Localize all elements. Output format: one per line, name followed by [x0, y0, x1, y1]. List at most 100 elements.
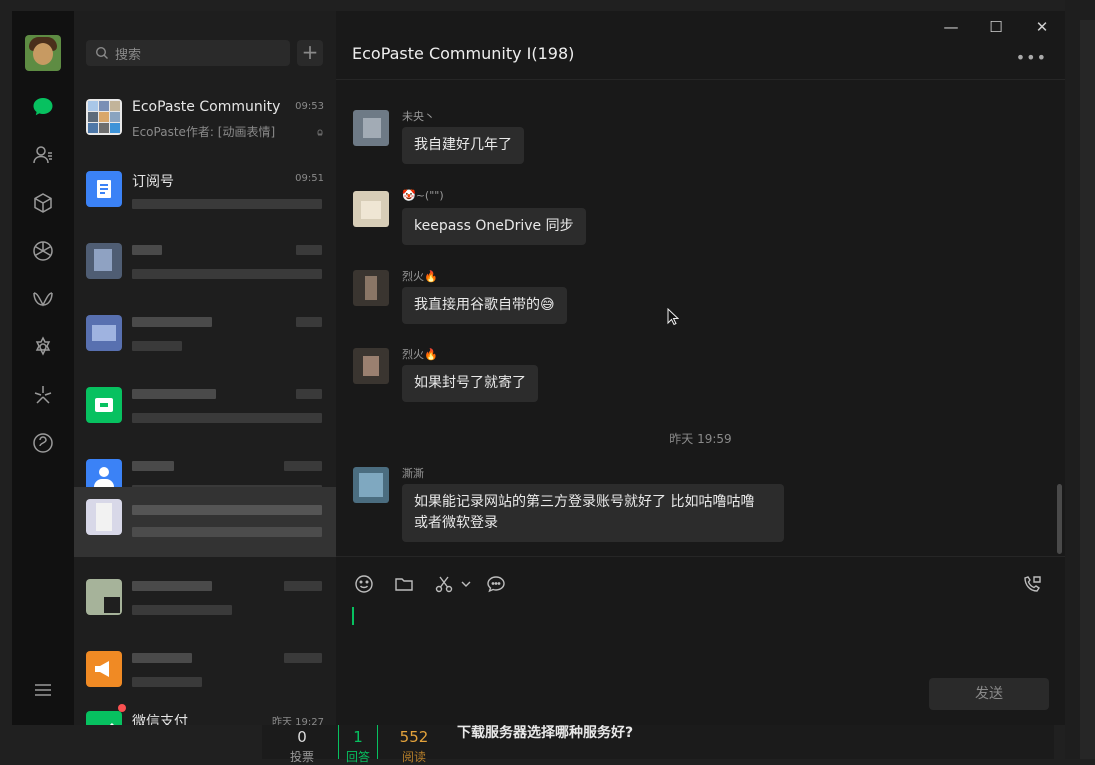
votes-value: 0 [297, 728, 307, 746]
folder-icon[interactable] [394, 574, 414, 594]
views-stat: 552 阅读 [394, 728, 434, 765]
unread-badge [118, 704, 126, 712]
chat-time: 09:53 [295, 101, 324, 112]
background-strip [1080, 20, 1095, 759]
chat-list-item[interactable]: 订阅号 09:51 [74, 159, 336, 231]
add-chat-button[interactable]: + [297, 40, 323, 66]
blurred-preview [132, 413, 322, 423]
blurred-name [132, 245, 162, 255]
chat-title: EcoPaste Community I(198) [352, 44, 575, 63]
blurred-time [284, 653, 322, 663]
minimize-button[interactable]: — [936, 17, 966, 37]
close-button[interactable]: ✕ [1027, 17, 1057, 37]
chat-list-item[interactable] [74, 231, 336, 303]
chat-name: 订阅号 [132, 174, 174, 190]
blurred-name [132, 581, 212, 591]
sender-avatar[interactable] [353, 270, 389, 306]
blurred-avatar [86, 579, 122, 615]
chat-list-item[interactable] [74, 375, 336, 447]
channels-icon[interactable] [31, 287, 55, 311]
phone-icon[interactable] [31, 431, 55, 455]
wechat-pay-avatar [86, 711, 122, 725]
message-timestamp: 昨天 19:59 [669, 432, 732, 446]
message-area: 未央丶 我自建好几年了 🤡~("") keepass OneDrive 同步 烈… [336, 80, 1065, 556]
more-options-button[interactable]: ••• [1016, 50, 1047, 66]
wechat-window: 搜索 + EcoPaste Community II 09:53 EcoPast… [12, 11, 1065, 725]
background-question-row: 0 投票 1 回答 552 阅读 下载服务器选择哪种服务好? [262, 722, 1054, 764]
sender-name: 烈火🔥 [402, 348, 438, 361]
mini-programs-icon[interactable] [31, 383, 55, 407]
compose-area: 发送 [336, 556, 1065, 725]
chat-list-item[interactable] [74, 567, 336, 639]
chat-name: 微信支付 [132, 714, 188, 725]
menu-icon[interactable] [31, 678, 55, 702]
mute-icon [317, 129, 323, 136]
text-caret[interactable] [352, 607, 354, 625]
blurred-name [132, 653, 192, 663]
blurred-name [132, 389, 216, 399]
answers-label: 回答 [345, 750, 370, 764]
blurred-avatar [86, 315, 122, 351]
chat-icon[interactable] [31, 95, 55, 119]
blurred-preview [132, 677, 202, 687]
sender-avatar[interactable] [353, 191, 389, 227]
sender-name: 烈火🔥 [402, 270, 438, 283]
emoji-icon[interactable] [354, 574, 374, 594]
file-transfer-avatar [86, 387, 122, 423]
chat-panel: EcoPaste Community I(198) — ☐ ✕ ••• 未央丶 … [336, 11, 1065, 725]
blurred-name [132, 317, 212, 327]
sender-name: 未央丶 [402, 110, 435, 123]
chat-list-panel: 搜索 + EcoPaste Community II 09:53 EcoPast… [74, 11, 337, 725]
maximize-button[interactable]: ☐ [981, 17, 1011, 37]
message-bubble[interactable]: 如果能记录网站的第三方登录账号就好了 比如咕噜咕噜 或者微软登录 [402, 484, 784, 542]
chat-time: 09:51 [295, 173, 324, 184]
answers-stat: 1 回答 [338, 722, 378, 764]
sender-avatar[interactable] [353, 467, 389, 503]
sender-name: 🤡~("") [402, 189, 444, 202]
favorites-icon[interactable] [31, 191, 55, 215]
search-feature-icon[interactable] [31, 335, 55, 359]
contacts-icon[interactable] [31, 143, 55, 167]
sender-avatar[interactable] [353, 348, 389, 384]
subscription-avatar [86, 171, 122, 207]
chat-name: EcoPaste Community II [132, 99, 282, 115]
message-bubble[interactable]: 我自建好几年了 [402, 127, 524, 164]
background-panel [1065, 0, 1095, 759]
message-scrollbar[interactable] [1057, 484, 1062, 554]
chat-list-item[interactable]: EcoPaste Community II 09:53 EcoPaste作者: … [74, 87, 336, 159]
chat-preview: EcoPaste作者: [动画表情] [132, 125, 276, 139]
chat-list-item[interactable]: 微信支付 昨天 19:27 [74, 699, 336, 725]
blurred-name [132, 461, 174, 471]
votes-label: 投票 [289, 750, 314, 764]
scissors-icon[interactable] [434, 574, 454, 594]
user-avatar[interactable] [25, 35, 61, 71]
blurred-preview [132, 199, 322, 209]
search-icon [95, 46, 108, 59]
search-box[interactable]: 搜索 [86, 40, 290, 66]
moments-icon[interactable] [31, 239, 55, 263]
blurred-time [296, 245, 322, 255]
blurred-time [284, 461, 322, 471]
blurred-avatar [86, 499, 122, 535]
message-bubble[interactable]: keepass OneDrive 同步 [402, 208, 586, 245]
nav-rail [12, 11, 74, 725]
voice-call-icon[interactable] [1022, 574, 1042, 594]
sender-avatar[interactable] [353, 110, 389, 146]
chat-list-item[interactable] [74, 303, 336, 375]
chat-list-item-selected[interactable] [74, 487, 336, 557]
blurred-preview [132, 605, 232, 615]
message-bubble[interactable]: 如果封号了就寄了 [402, 365, 538, 402]
chevron-down-icon[interactable] [460, 574, 472, 594]
views-value: 552 [399, 728, 429, 746]
message-bubble[interactable]: 我直接用谷歌自带的😅 [402, 287, 567, 324]
blurred-time [296, 389, 322, 399]
views-label: 阅读 [401, 750, 426, 764]
blurred-preview [132, 527, 322, 537]
blurred-preview [132, 269, 322, 279]
send-button[interactable]: 发送 [929, 678, 1049, 710]
blurred-name [132, 505, 322, 515]
question-title[interactable]: 下载服务器选择哪种服务好? [457, 722, 633, 742]
votes-stat: 0 投票 [282, 728, 322, 765]
blurred-time [296, 317, 322, 327]
comment-icon[interactable] [486, 574, 506, 594]
